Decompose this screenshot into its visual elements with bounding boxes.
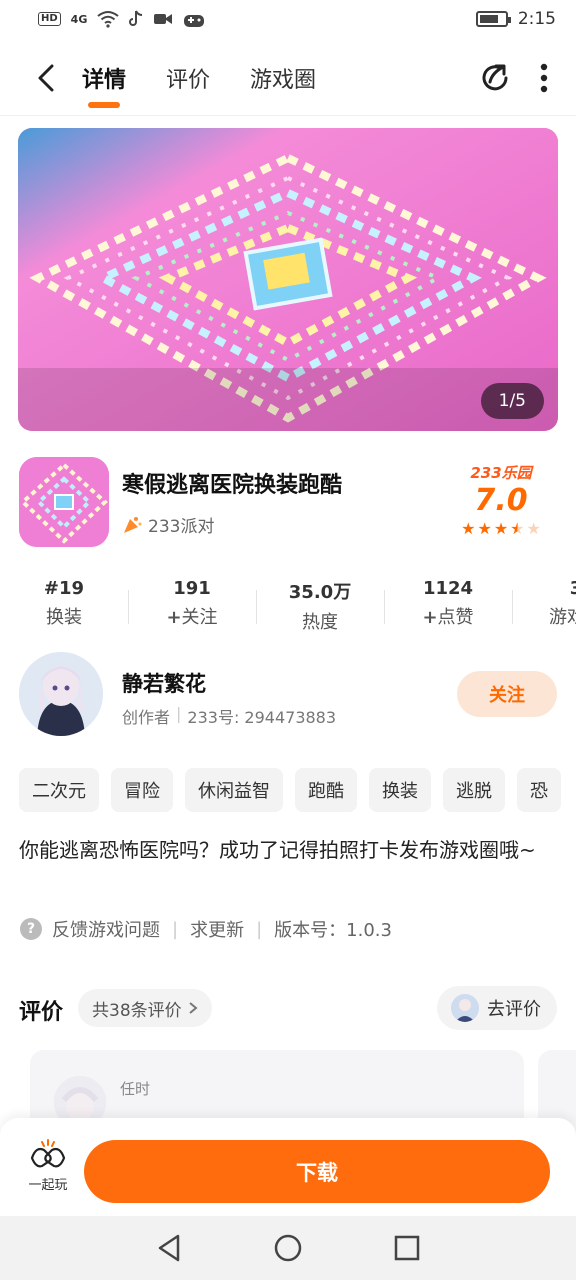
clock: 2:15: [517, 9, 556, 29]
stat-popularity: 35.0万 热度: [256, 578, 384, 634]
author-role: 创作者: [122, 708, 171, 727]
more-options-icon[interactable]: [540, 63, 548, 93]
tab-game-circle[interactable]: 游戏圈: [250, 44, 316, 112]
reviews-heading: 评价: [19, 1000, 64, 1025]
game-title: 寒假逃离医院换装跑酷: [122, 473, 343, 498]
stat-value: 1124: [422, 578, 474, 599]
carousel-pager: 1/5: [480, 383, 544, 419]
write-review-label: 去评价: [487, 999, 541, 1020]
battery-icon: [475, 11, 511, 27]
stat-value: 35.0万: [288, 582, 352, 603]
tag-chip[interactable]: 跑酷: [295, 768, 357, 812]
tag-chip[interactable]: 换装: [369, 768, 431, 812]
tab-bar: 详情 评价 游戏圈: [82, 44, 316, 112]
screenshot-carousel[interactable]: 1/5: [18, 128, 558, 431]
tag-chip[interactable]: 恐: [517, 768, 561, 812]
party-label[interactable]: 233派对: [122, 512, 214, 537]
version-text: 版本号：1.0.3: [274, 920, 392, 941]
share-icon[interactable]: [478, 61, 512, 95]
play-together-label: 一起玩: [28, 1178, 68, 1193]
game-screenshot-image: [18, 128, 558, 431]
rating-score: 7.0: [474, 483, 528, 518]
stat-value: #19: [43, 578, 85, 599]
signal-icon: 4G: [70, 12, 88, 26]
stat-game-reviews[interactable]: 3 游戏评: [512, 578, 576, 634]
stat-value: 191: [173, 578, 211, 599]
request-update-link[interactable]: 求更新: [190, 916, 244, 942]
system-recents-icon[interactable]: [394, 1235, 420, 1261]
back-arrow-icon: [38, 64, 54, 91]
tag-chip[interactable]: 逃脱: [443, 768, 505, 812]
author-id: 233号: 294473883: [187, 708, 337, 727]
wifi-icon: [97, 11, 119, 28]
divider: |: [256, 918, 263, 940]
half-star-icon: ★: [510, 519, 525, 538]
reviews-count-text: 共38条评价: [92, 1000, 182, 1021]
stat-ranking[interactable]: #19 换装: [0, 578, 128, 634]
play-together-button[interactable]: 一起玩: [22, 1138, 74, 1193]
rating-stars: ★ ★ ★ ★ ★: [454, 519, 548, 538]
write-review-button[interactable]: 去评价: [437, 986, 557, 1030]
author-avatar[interactable]: [19, 652, 103, 736]
star-icon: ★: [461, 519, 476, 538]
chevron-right-icon: [189, 1002, 198, 1014]
tag-list: 二次元 冒险 休闲益智 跑酷 换装 逃脱 恐: [19, 768, 561, 812]
author-name[interactable]: 静若繁花: [122, 668, 206, 698]
stat-like[interactable]: 1124 +点赞: [384, 578, 512, 634]
feedback-row: ? 反馈游戏问题 | 求更新 | 版本号：1.0.3: [20, 916, 392, 942]
stat-label: +点赞: [422, 607, 474, 628]
back-button[interactable]: [16, 48, 76, 108]
divider: |: [172, 918, 179, 940]
stats-row: #19 换装 191 +关注 35.0万 热度 1124 +点赞 3 游戏评: [0, 578, 576, 634]
stat-label: 热度: [302, 612, 338, 633]
stat-label: +关注: [166, 607, 218, 628]
tag-chip[interactable]: 冒险: [111, 768, 173, 812]
stat-label: 游戏评: [549, 607, 576, 628]
tag-chip[interactable]: 休闲益智: [185, 768, 283, 812]
star-icon: ★: [526, 519, 541, 538]
stat-label: 换装: [46, 607, 82, 628]
video-icon: [154, 14, 173, 24]
handshake-icon: [30, 1139, 66, 1168]
stat-value: 3: [512, 578, 576, 599]
status-bar: HD 4G 2:15: [0, 0, 576, 38]
reviews-count-button[interactable]: 共38条评价: [78, 989, 212, 1027]
tab-details[interactable]: 详情: [82, 44, 126, 112]
system-navigation-bar: [0, 1216, 576, 1280]
party-text: 233派对: [148, 517, 215, 537]
help-icon: ?: [20, 918, 42, 940]
game-icon: [19, 457, 109, 547]
rating-block: 233乐园 7.0 ★ ★ ★ ★ ★: [454, 462, 548, 538]
download-button[interactable]: 下载: [84, 1140, 550, 1203]
reviewer-name: 任时: [120, 1080, 151, 1098]
report-issue-link[interactable]: 反馈游戏问题: [52, 916, 160, 942]
game-controller-icon: [184, 15, 205, 27]
user-avatar: [451, 994, 479, 1022]
rating-brand: 233乐园: [470, 464, 532, 482]
star-icon: ★: [477, 519, 492, 538]
hd-indicator: HD: [38, 12, 61, 26]
game-description: 你能逃离恐怖医院吗？成功了记得拍照打卡发布游戏圈哦~: [19, 838, 536, 862]
tab-reviews[interactable]: 评价: [166, 44, 210, 112]
tag-chip[interactable]: 二次元: [19, 768, 99, 812]
plus-icon: +: [422, 607, 438, 628]
author-meta: 创作者 | 233号: 294473883: [122, 704, 336, 728]
plus-icon: +: [166, 607, 182, 628]
follow-button[interactable]: 关注: [457, 671, 557, 717]
star-icon: ★: [493, 519, 509, 538]
top-nav: 详情 评价 游戏圈: [0, 40, 576, 116]
tiktok-icon: [129, 10, 143, 26]
system-back-icon[interactable]: [156, 1234, 182, 1262]
system-home-icon[interactable]: [274, 1234, 302, 1262]
divider: |: [176, 704, 182, 723]
stat-follow[interactable]: 191 +关注: [128, 578, 256, 634]
party-icon: [124, 516, 142, 533]
